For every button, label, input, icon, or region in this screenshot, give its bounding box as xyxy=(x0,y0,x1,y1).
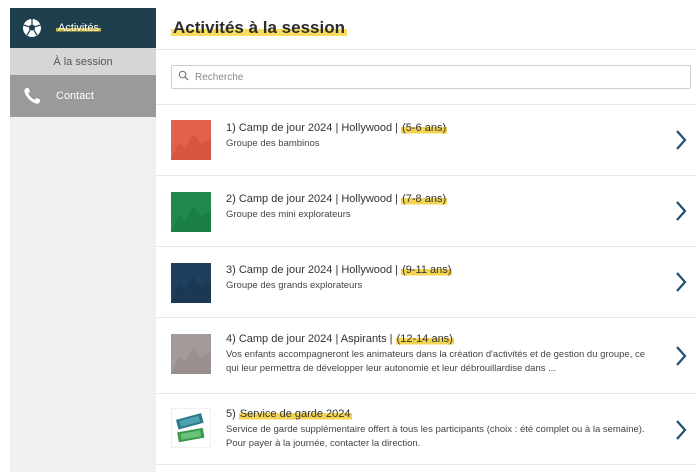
activity-description: Groupe des grands explorateurs xyxy=(226,280,363,291)
main-content: Activités à la session 1) Camp de jour 2… xyxy=(156,8,696,472)
activity-highlight: Service de garde 2024 xyxy=(238,408,352,420)
activity-description: Service de garde supplémentaire offert à… xyxy=(226,424,645,449)
sidebar-item-label: Activités xyxy=(56,22,101,34)
activity-row[interactable]: 4) Camp de jour 2024 | Aspirants | (12-1… xyxy=(156,318,696,393)
page-title: Activités à la session xyxy=(171,18,347,38)
sidebar-item-contact[interactable]: Contact xyxy=(10,75,156,117)
sidebar-item-a-la-session[interactable]: À la session xyxy=(10,48,156,75)
activity-age-group: (12-14 ans) xyxy=(395,333,454,345)
soccer-ball-icon xyxy=(18,14,46,42)
activity-row[interactable]: 2) Camp de jour 2024 | Hollywood | (7-8 … xyxy=(156,176,696,246)
activity-row[interactable]: 3) Camp de jour 2024 | Hollywood | (9-11… xyxy=(156,247,696,317)
phone-icon xyxy=(18,82,46,110)
activity-title: 5) Service de garde 2024 xyxy=(226,408,352,420)
activity-description: Groupe des bambinos xyxy=(226,138,320,149)
chevron-right-icon[interactable] xyxy=(674,129,688,151)
activity-title: 2) Camp de jour 2024 | Hollywood | (7-8 … xyxy=(226,193,448,205)
chevron-right-icon[interactable] xyxy=(674,271,688,293)
left-margin xyxy=(0,0,10,472)
sidebar-item-label: À la session xyxy=(53,55,113,68)
activity-description: Vos enfants accompagneront les animateur… xyxy=(226,349,646,374)
activity-thumbnail xyxy=(171,120,211,160)
activity-title: 1) Camp de jour 2024 | Hollywood | (5-6 … xyxy=(226,122,448,134)
activity-thumbnail xyxy=(171,263,211,303)
search-box[interactable] xyxy=(171,65,691,89)
search-input[interactable] xyxy=(195,71,675,83)
activity-age-group: (9-11 ans) xyxy=(401,264,453,276)
activity-age-group: (5-6 ans) xyxy=(401,122,448,134)
activity-title: 3) Camp de jour 2024 | Hollywood | (9-11… xyxy=(226,264,453,276)
chevron-right-icon[interactable] xyxy=(674,345,688,367)
sidebar-item-activities[interactable]: Activités xyxy=(10,8,156,48)
divider xyxy=(156,464,696,465)
activity-age-group: (7-8 ans) xyxy=(401,193,448,205)
activity-thumbnail xyxy=(171,334,211,374)
activity-description: Groupe des mini explorateurs xyxy=(226,209,351,220)
app-frame: Activités À la session Contact Activités… xyxy=(0,0,696,472)
activity-row[interactable]: 5) Service de garde 2024 Service de gard… xyxy=(156,394,696,464)
search-icon xyxy=(178,68,189,86)
chevron-right-icon[interactable] xyxy=(674,200,688,222)
activity-title: 4) Camp de jour 2024 | Aspirants | (12-1… xyxy=(226,333,454,345)
sidebar-item-label: Contact xyxy=(56,90,94,102)
chevron-right-icon[interactable] xyxy=(674,419,688,441)
sidebar: Activités À la session Contact xyxy=(10,8,156,472)
money-bills-icon xyxy=(171,408,211,448)
divider xyxy=(156,49,696,50)
activity-row[interactable]: 1) Camp de jour 2024 | Hollywood | (5-6 … xyxy=(156,105,696,175)
activity-thumbnail xyxy=(171,192,211,232)
